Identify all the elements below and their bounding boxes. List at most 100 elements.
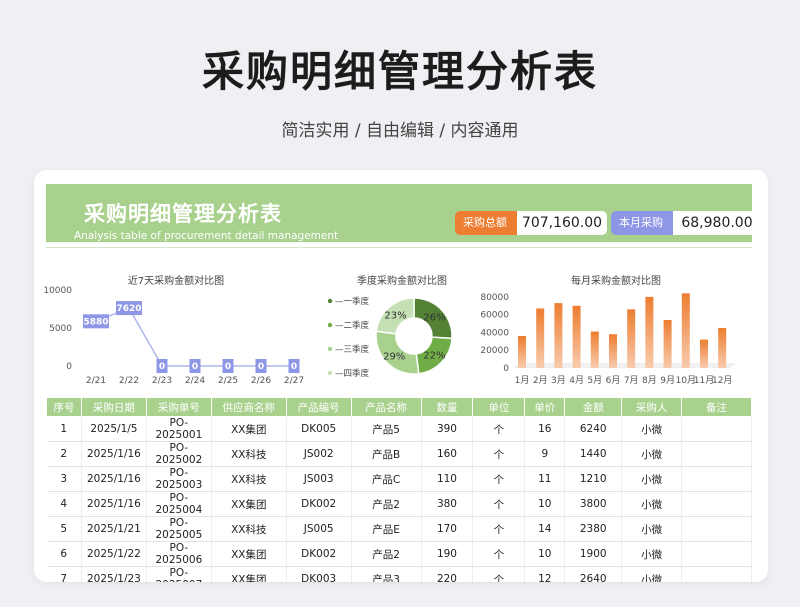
table-cell: XX集团: [211, 566, 287, 582]
table-cell: 2025/1/5: [81, 416, 147, 442]
bar: [590, 331, 599, 368]
pie-chart-title: 季度采购金额对比图: [357, 274, 447, 287]
table-cell: 2025/1/22: [81, 541, 147, 567]
kpi-month-value: 68,980.00: [673, 211, 761, 235]
table-cell: 6240: [564, 416, 623, 442]
table-cell: [681, 566, 752, 582]
pie-slice-label: 23%: [384, 310, 406, 321]
table-cell: 7: [46, 566, 82, 582]
table-cell: 产品B: [351, 441, 422, 467]
column-header: 数量: [420, 397, 474, 417]
table-cell: PO-2025005: [146, 516, 212, 542]
table-cell: 2025/1/21: [81, 516, 147, 542]
table-cell: JS003: [286, 466, 352, 492]
bar: [609, 334, 617, 368]
table-cell: [681, 416, 752, 442]
table-cell: 10: [524, 541, 566, 567]
table-row[interactable]: 4 2025/1/16 PO-2025004 XX集团 DK002 产品2 380 个 10 38…: [46, 491, 752, 517]
kpi-month-label: 本月采购: [611, 211, 673, 235]
column-header: 供应商名称: [210, 397, 287, 417]
table-row[interactable]: 2 2025/1/16 PO-2025002 XX科技 JS002 产品B 160 个 9 144…: [46, 441, 752, 467]
table-cell: 6: [46, 541, 82, 567]
line-data-label: 0: [291, 362, 297, 372]
kpi-total-value: 707,160.00: [517, 211, 607, 235]
table-cell: XX集团: [211, 541, 287, 567]
table-row[interactable]: 72025/1/23PO-2025007XX集团DK003产品3220个1226…: [46, 566, 752, 582]
table-cell: 产品5: [351, 416, 422, 442]
line-data-label: 0: [192, 362, 198, 372]
table-cell: PO-2025003: [146, 466, 212, 492]
table-cell: JS005: [286, 516, 352, 542]
line-x-tick: 2/22: [119, 376, 139, 386]
line-y-tick: 0: [66, 362, 72, 372]
table-cell: 小微: [621, 466, 683, 492]
legend-label: —四季度: [335, 368, 370, 379]
table-cell: 380: [421, 491, 474, 517]
table-body: 1 2025/1/5 PO-2025001 XX集团 DK005 产品5 390 个 16 624…: [46, 416, 752, 582]
table-cell: 个: [472, 416, 526, 442]
line-y-tick: 5000: [49, 324, 72, 334]
line-x-tick: 2/26: [251, 376, 271, 386]
bar-y-tick: 60000: [480, 311, 509, 321]
pie-chart: 季度采购金额对比图 26% 22% 29% 23% —一季度 —二季度 —三季度 —四季度: [327, 274, 453, 379]
table-cell: 个: [472, 441, 526, 467]
bar-y-tick: 80000: [480, 293, 509, 303]
table-row[interactable]: 6 2025/1/22 PO-2025006 XX集团 DK002 产品2 190 个 10 19…: [46, 541, 752, 567]
table-cell: [681, 541, 752, 567]
table-cell: 5: [46, 516, 82, 542]
bar-x-tick: 6月: [606, 375, 621, 386]
bar: [536, 308, 545, 368]
column-header: 采购单号: [145, 397, 212, 417]
line-chart-title: 近7天采购金额对比图: [128, 274, 224, 287]
table-cell: 个: [472, 566, 526, 582]
bar-y-tick: 0: [503, 364, 509, 374]
line-x-tick: 2/23: [152, 376, 172, 386]
page-subtitle: 简洁实用 / 自由编辑 / 内容通用: [281, 121, 519, 141]
table-cell: PO-2025002: [146, 441, 212, 467]
table-cell: 190: [421, 541, 474, 567]
legend-marker: [327, 346, 333, 352]
line-x-tick: 2/25: [218, 376, 238, 386]
table-cell: 3800: [564, 491, 623, 517]
bar: [645, 296, 654, 368]
table-cell: 2025/1/16: [81, 491, 147, 517]
table-cell: PO-2025007: [146, 566, 212, 582]
column-header: 金额: [564, 397, 623, 417]
line-data-label: 7620: [116, 304, 141, 314]
table-cell: [681, 466, 752, 492]
page-title: 采购明细管理分析表: [201, 47, 598, 96]
pie-slice-label: 26%: [423, 312, 445, 323]
table-cell: DK005: [286, 416, 352, 442]
column-header: 产品编号: [285, 397, 352, 417]
table-cell: 个: [472, 516, 526, 542]
table-row[interactable]: 5 2025/1/21 PO-2025005 XX科技 JS005 产品E 170 个 14 23…: [46, 516, 752, 542]
table-row[interactable]: 1 2025/1/5 PO-2025001 XX集团 DK005 产品5 390 个 16 624…: [46, 416, 752, 442]
legend-marker: [327, 298, 333, 304]
table-cell: 2640: [564, 566, 623, 582]
bar: [627, 309, 636, 368]
table-cell: 110: [421, 466, 474, 492]
bar-x-tick: 8月: [642, 375, 657, 386]
table-cell: [681, 491, 752, 517]
table-cell: JS002: [286, 441, 352, 467]
table-cell: 小微: [621, 491, 683, 517]
table-cell: 2025/1/23: [81, 566, 147, 582]
table-cell: 12: [524, 566, 566, 582]
line-x-tick: 2/27: [284, 376, 304, 386]
table-cell: 160: [421, 441, 474, 467]
table-cell: 3: [46, 466, 82, 492]
table-cell: XX科技: [211, 516, 287, 542]
column-header: 采购人: [621, 397, 683, 417]
table-row[interactable]: 3 2025/1/16 PO-2025003 XX科技 JS003 产品C 110 个 11 12…: [46, 466, 752, 492]
table-cell: PO-2025006: [146, 541, 212, 567]
bar-x-tick: 4月: [569, 375, 584, 386]
table-cell: 9: [524, 441, 566, 467]
table-cell: 小微: [621, 416, 683, 442]
table-cell: 1: [46, 416, 82, 442]
line-data-label: 0: [159, 362, 165, 372]
table-cell: 11: [524, 466, 566, 492]
table-cell: 产品E: [351, 516, 422, 542]
bar: [554, 303, 563, 368]
table-cell: 小微: [621, 541, 683, 567]
bar: [718, 328, 727, 368]
